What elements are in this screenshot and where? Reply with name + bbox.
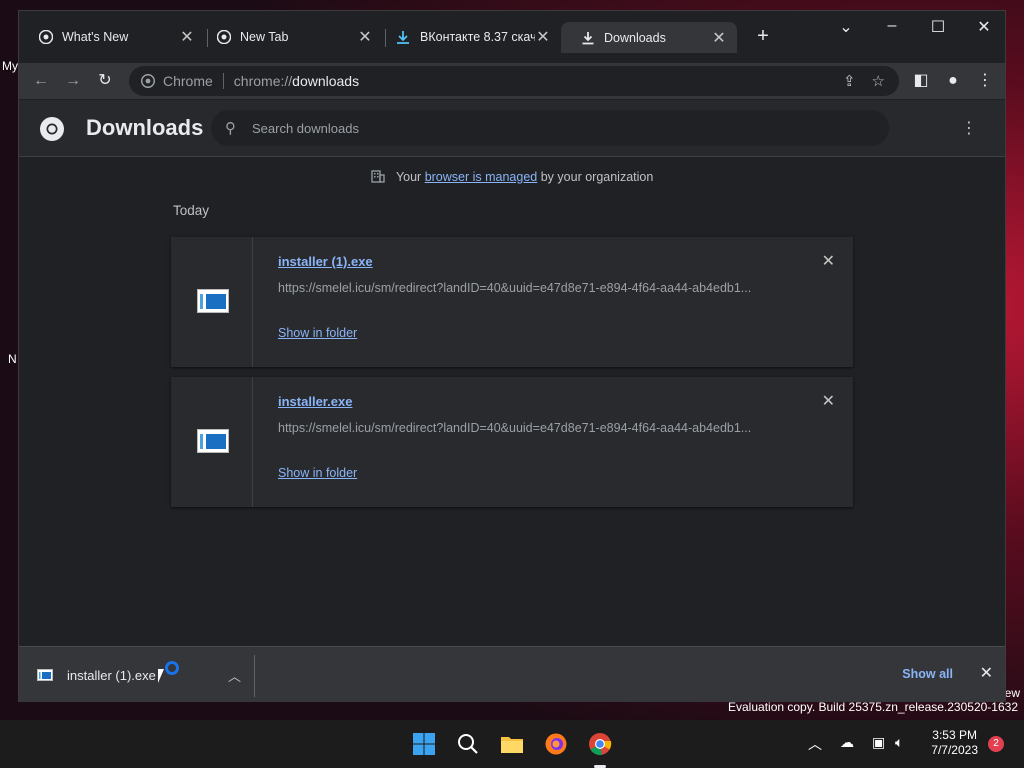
shelf-item-name: installer (1).exe [67,667,156,683]
tab-vkontakte[interactable]: ВКонтакте 8.37 скача ✕ [375,22,561,52]
volume-icon[interactable]: 🔈︎ [895,734,903,751]
search-icon: ⚲ [225,120,236,137]
url-scheme: chrome:// [233,73,293,89]
clock-time: 3:53 PM [932,728,977,742]
page-menu-kebab-icon[interactable]: ⋮ [961,118,977,138]
browser-window: What's New ✕ New Tab ✕ ВКонтакте 8.37 ск… [18,10,1006,702]
profile-icon[interactable]: ● [943,71,963,91]
tab-strip: What's New ✕ New Tab ✕ ВКонтакте 8.37 ск… [19,11,1005,63]
window-close-button[interactable]: ✕ [972,17,996,37]
chrome-icon [141,74,155,88]
close-icon[interactable]: ✕ [711,28,727,48]
chrome-icon [217,30,231,44]
remove-download-close-icon[interactable]: ✕ [822,251,835,271]
remove-download-close-icon[interactable]: ✕ [822,391,835,411]
show-all-button[interactable]: Show all [902,667,953,681]
chevron-up-icon[interactable]: ︿ [808,734,822,754]
tab-downloads[interactable]: Downloads ✕ [561,22,737,53]
download-item: installer.exe https://smelel.icu/sm/redi… [171,377,853,507]
firefox-icon[interactable] [544,732,568,756]
omnibox-divider [222,73,224,89]
date-section-label: Today [173,203,210,218]
system-clock[interactable]: 3:53 PM 7/7/2023 [931,728,978,758]
bookmark-star-icon[interactable]: ☆ [872,72,885,90]
page-title: Downloads [86,115,204,140]
close-icon[interactable]: ✕ [535,27,551,47]
close-shelf-icon[interactable]: ✕ [980,663,993,683]
chevron-up-icon[interactable]: ︿ [228,666,241,685]
search-downloads-input[interactable]: ⚲ Search downloads [211,110,889,146]
evaluation-watermark: Evaluation copy. Build 25375.zn_release.… [728,700,1018,714]
exe-file-icon [197,289,229,313]
back-button[interactable]: ← [31,71,51,91]
building-icon [371,170,385,183]
omnibox-actions: ⇪ ☆ [843,72,885,90]
new-tab-button[interactable]: + [751,25,775,48]
menu-kebab-icon[interactable]: ⋮ [975,71,995,91]
shelf-divider [254,655,255,697]
maximize-button[interactable]: ☐ [926,17,950,37]
download-icon [397,31,409,44]
taskbar: ︿ ☁ ▣ 🔈︎ 3:53 PM 7/7/2023 2 [0,720,1024,768]
managed-notice: Your browser is managed by your organiza… [19,170,1005,184]
chrome-taskbar-icon[interactable] [588,732,612,756]
show-in-folder-link[interactable]: Show in folder [278,326,357,340]
show-in-folder-link[interactable]: Show in folder [278,466,357,480]
exe-file-icon [197,429,229,453]
tab-new-tab[interactable]: New Tab ✕ [197,22,383,52]
url-host: downloads [292,73,360,89]
managed-prefix: Your [395,170,422,184]
toolbar: ← → ↻ Chrome chrome:// downloads ⇪ ☆ ◧ ●… [19,63,1005,99]
close-icon[interactable]: ✕ [179,27,195,47]
forward-button[interactable]: → [63,71,83,91]
shelf-download-item[interactable]: installer (1).exe ︿ [37,659,255,691]
share-icon[interactable]: ⇪ [843,72,856,90]
tab-title: What's New [62,30,129,44]
network-icon[interactable]: ▣ [872,734,885,751]
mouse-cursor-icon [158,669,170,683]
notification-badge[interactable]: 2 [988,736,1004,752]
download-source-url[interactable]: https://smelel.icu/sm/redirect?landID=40… [278,421,778,435]
download-filename-link[interactable]: installer (1).exe [278,254,373,269]
download-item: installer (1).exe https://smelel.icu/sm/… [171,237,853,367]
omnibox-chip: Chrome [163,73,213,89]
windows-start-icon[interactable] [412,732,436,756]
desktop-label-my: My [2,59,18,73]
desktop-watermark-fragment: ew [1004,686,1020,700]
managed-suffix: by your organization [540,170,654,184]
browser-managed-link[interactable]: browser is managed [425,170,538,184]
page-header: Downloads ⚲ Search downloads ⋮ [19,100,1005,157]
clock-date: 7/7/2023 [931,743,978,757]
search-placeholder: Search downloads [252,120,359,136]
file-icon-area [171,377,253,507]
tab-title: ВКонтакте 8.37 скача [420,30,535,44]
side-panel-icon[interactable]: ◧ [911,71,931,91]
search-icon[interactable] [456,732,480,756]
exe-file-icon [37,669,53,681]
download-source-url[interactable]: https://smelel.icu/sm/redirect?landID=40… [278,281,778,295]
close-icon[interactable]: ✕ [357,27,373,47]
file-explorer-icon[interactable] [500,732,524,756]
download-shelf: installer (1).exe ︿ Show all ✕ [19,646,1005,702]
reload-button[interactable]: ↻ [95,71,115,91]
download-filename-link[interactable]: installer.exe [278,394,352,409]
cloud-off-icon[interactable]: ☁ [840,734,854,751]
download-icon [582,31,594,44]
tab-search-chevron-icon[interactable]: ⌄ [834,17,858,37]
tab-title: Downloads [604,30,666,45]
desktop-label-n: N [8,352,17,366]
file-icon-area [171,237,253,367]
address-bar[interactable]: Chrome chrome:// downloads ⇪ ☆ [129,66,899,96]
chrome-icon [39,30,53,44]
tab-title: New Tab [240,30,289,44]
chrome-logo-icon [40,117,64,141]
tab-whats-new[interactable]: What's New ✕ [19,22,205,52]
minimize-button[interactable]: – [880,17,904,35]
downloads-page: Downloads ⚲ Search downloads ⋮ Your brow… [19,100,1005,646]
